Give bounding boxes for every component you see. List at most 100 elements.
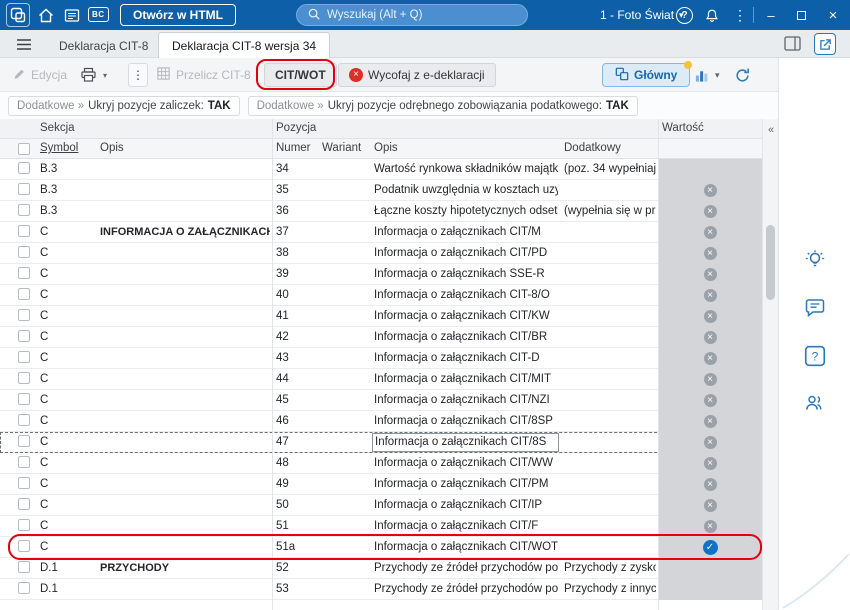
table-row[interactable]: C 41 Informacja o załącznikach CIT/KW [0, 306, 762, 327]
row-checkbox[interactable] [18, 351, 30, 363]
table-row[interactable]: C 43 Informacja o załącznikach CIT-D [0, 348, 762, 369]
value-cell[interactable] [658, 516, 762, 537]
row-checkbox[interactable] [18, 582, 30, 594]
refresh-icon[interactable] [734, 63, 751, 87]
open-external-icon[interactable] [814, 33, 836, 55]
row-checkbox[interactable] [18, 372, 30, 384]
table-row[interactable]: C 48 Informacja o załącznikach CIT/WW [0, 453, 762, 474]
row-checkbox[interactable] [18, 267, 30, 279]
group-header-wartosc[interactable]: Wartość [662, 122, 704, 134]
edit-button[interactable]: Edycja [12, 63, 67, 87]
window-close-button[interactable]: × [816, 0, 850, 30]
row-checkbox[interactable] [18, 456, 30, 468]
row-checkbox[interactable] [18, 162, 30, 174]
table-row[interactable]: B.3 35 Podatnik uwzględnia w kosztach uz… [0, 180, 762, 201]
value-cell[interactable] [658, 537, 762, 558]
table-row[interactable]: B.3 36 Łączne koszty hipotetycznych odse… [0, 201, 762, 222]
table-row[interactable]: D.1 53 Przychody ze źródeł przychodów po… [0, 579, 762, 600]
row-checkbox[interactable] [18, 309, 30, 321]
table-row[interactable]: C 44 Informacja o załącznikach CIT/MIT [0, 369, 762, 390]
row-checkbox[interactable] [18, 204, 30, 216]
help-icon[interactable]: ? [676, 7, 693, 24]
row-checkbox[interactable] [18, 183, 30, 195]
value-cell[interactable] [658, 180, 762, 201]
table-row[interactable]: D.1 PRZYCHODY 52 Przychody ze źródeł prz… [0, 558, 762, 579]
filter-chip-zaliczki[interactable]: Dodatkowe » Ukryj pozycje zaliczek: TAK [8, 95, 240, 116]
table-row[interactable]: C 51 Informacja o załącznikach CIT/F [0, 516, 762, 537]
value-cell[interactable] [658, 579, 762, 600]
value-cell[interactable] [658, 390, 762, 411]
tab-deklaracja-cit8[interactable]: Deklaracja CIT-8 [46, 34, 161, 57]
table-row[interactable]: C 47 Informacja o załącznikach CIT/8S [0, 432, 762, 453]
print-dropdown-chevron-icon[interactable]: ▾ [103, 71, 107, 80]
withdraw-edeclaration-button[interactable]: Wycofaj z e-deklaracji [338, 63, 496, 87]
table-row[interactable]: C 49 Informacja o załącznikach CIT/PM [0, 474, 762, 495]
column-header-symbol[interactable]: Symbol [40, 142, 78, 154]
row-checkbox[interactable] [18, 435, 30, 447]
chart-view-button[interactable]: ▾ [694, 63, 720, 87]
toolbar-more-icon[interactable]: ⋮ [128, 63, 148, 87]
row-checkbox[interactable] [18, 330, 30, 342]
scrollbar-thumb[interactable] [766, 225, 775, 300]
view-main-button[interactable]: Główny [602, 61, 693, 87]
tab-deklaracja-cit8-wersja-34[interactable]: Deklaracja CIT-8 wersja 34 [158, 32, 331, 58]
value-cell[interactable] [658, 411, 762, 432]
table-row[interactable]: C INFORMACJA O ZAŁĄCZNIKACH 37 Informacj… [0, 222, 762, 243]
value-cell[interactable] [658, 243, 762, 264]
window-maximize-button[interactable] [786, 0, 816, 30]
table-row[interactable]: C 40 Informacja o załącznikach CIT-8/O [0, 285, 762, 306]
contacts-icon[interactable] [801, 389, 829, 417]
value-cell[interactable] [658, 159, 762, 180]
filter-chip-zobowiazania[interactable]: Dodatkowe » Ukryj pozycje odrębnego zobo… [247, 95, 638, 116]
row-checkbox[interactable] [18, 393, 30, 405]
row-checkbox[interactable] [18, 540, 30, 552]
layout-panels-icon[interactable] [784, 36, 802, 52]
value-cell[interactable] [658, 327, 762, 348]
row-checkbox[interactable] [18, 225, 30, 237]
value-cell[interactable] [658, 306, 762, 327]
collapse-panel-icon[interactable]: « [766, 123, 776, 137]
table-row[interactable]: C 45 Informacja o załącznikach CIT/NZI [0, 390, 762, 411]
app-logo-icon[interactable] [6, 3, 30, 27]
open-html-button[interactable]: Otwórz w HTML [120, 4, 236, 26]
value-cell[interactable] [658, 369, 762, 390]
value-cell[interactable] [658, 453, 762, 474]
vertical-scrollbar[interactable]: « [762, 119, 778, 610]
column-header-opis-sekcja[interactable]: Opis [100, 142, 124, 154]
row-checkbox[interactable] [18, 519, 30, 531]
value-cell[interactable] [658, 495, 762, 516]
value-cell[interactable] [658, 558, 762, 579]
row-checkbox[interactable] [18, 288, 30, 300]
table-row[interactable]: C 38 Informacja o załącznikach CIT/PD [0, 243, 762, 264]
value-cell[interactable] [658, 222, 762, 243]
group-header-pozycja[interactable]: Pozycja [276, 122, 316, 134]
search-input[interactable] [327, 9, 497, 21]
table-row[interactable]: C 42 Informacja o załącznikach CIT/BR [0, 327, 762, 348]
tips-lightbulb-icon[interactable] [801, 246, 829, 274]
select-all-checkbox[interactable] [18, 143, 30, 155]
table-row[interactable]: C 51a Informacja o załącznikach CIT/WOT [0, 534, 762, 560]
row-checkbox[interactable] [18, 561, 30, 573]
news-icon[interactable] [62, 6, 82, 24]
table-row[interactable]: C 46 Informacja o załącznikach CIT/8SP [0, 411, 762, 432]
home-icon[interactable] [36, 6, 56, 24]
row-checkbox[interactable] [18, 498, 30, 510]
value-cell[interactable] [658, 432, 762, 453]
column-header-wariant[interactable]: Wariant [322, 142, 361, 154]
value-cell[interactable] [658, 348, 762, 369]
bc-icon[interactable]: BC [88, 7, 109, 22]
value-cell[interactable] [658, 285, 762, 306]
value-cell[interactable] [658, 201, 762, 222]
window-minimize-button[interactable]: – [756, 0, 786, 30]
feedback-chat-icon[interactable] [801, 294, 829, 322]
row-checkbox[interactable] [18, 246, 30, 258]
table-row[interactable]: C 50 Informacja o załącznikach CIT/IP [0, 495, 762, 516]
print-button[interactable] [80, 63, 97, 87]
value-cell[interactable] [658, 264, 762, 285]
search-box[interactable] [296, 4, 528, 26]
help-panel-icon[interactable]: ? [801, 342, 829, 370]
table-row[interactable]: B.3 34 Wartość rynkowa składników majątk… [0, 159, 762, 180]
recalc-cit8-button[interactable]: Przelicz CIT-8 [156, 63, 251, 87]
value-cell[interactable] [658, 474, 762, 495]
column-header-opis[interactable]: Opis [374, 142, 398, 154]
